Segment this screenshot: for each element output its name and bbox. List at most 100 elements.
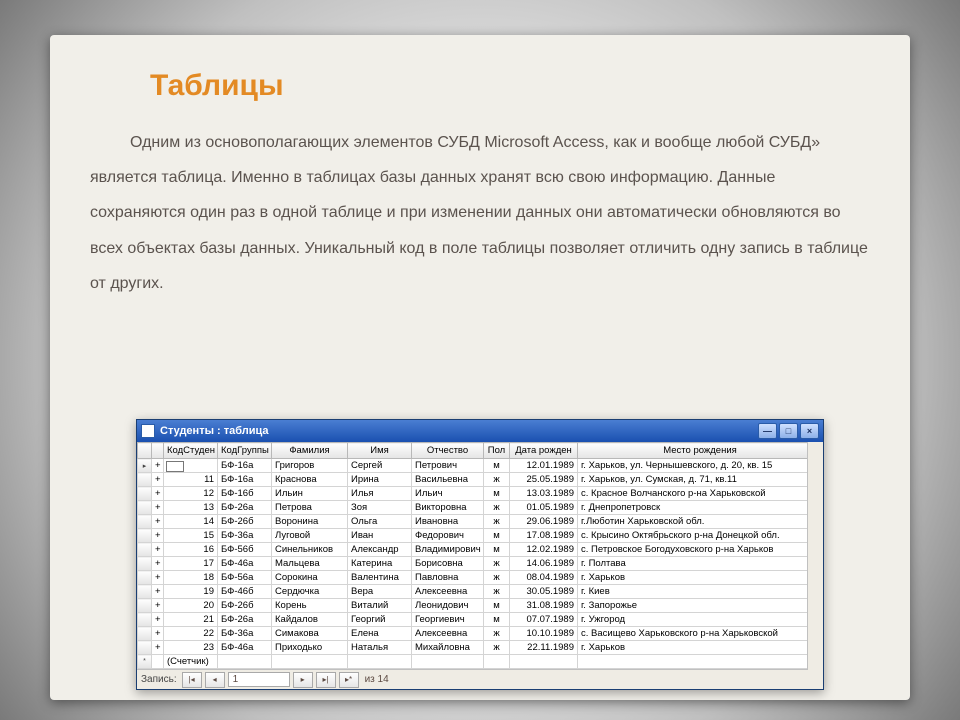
nav-position[interactable]: 1 <box>228 672 290 687</box>
table-row[interactable]: +18БФ-56аСорокинаВалентинаПавловнаж08.04… <box>138 571 823 585</box>
cell-date[interactable]: 08.04.1989 <box>510 571 578 585</box>
cell-group[interactable]: БФ-26а <box>218 613 272 627</box>
cell-place[interactable]: с. Петровское Богодуховского р-на Харько… <box>578 543 823 557</box>
cell-date[interactable]: 30.05.1989 <box>510 585 578 599</box>
cell-id[interactable]: 21 <box>164 613 218 627</box>
table-row[interactable]: +17БФ-46аМальцеваКатеринаБорисовнаж14.06… <box>138 557 823 571</box>
cell-name[interactable]: Катерина <box>348 557 412 571</box>
cell-group[interactable]: БФ-26б <box>218 599 272 613</box>
cell-group[interactable]: БФ-36а <box>218 529 272 543</box>
cell-sex[interactable]: ж <box>484 585 510 599</box>
cell-group[interactable]: БФ-46б <box>218 585 272 599</box>
expand-cell[interactable]: + <box>152 641 164 655</box>
row-selector[interactable] <box>138 473 152 487</box>
expand-cell[interactable] <box>152 655 164 669</box>
cell-id[interactable]: 12 <box>164 487 218 501</box>
cell-place[interactable]: г.Люботин Харьковской обл. <box>578 515 823 529</box>
col-header-0[interactable]: КодСтуден <box>164 443 218 459</box>
expand-cell[interactable]: + <box>152 571 164 585</box>
cell-sex[interactable]: ж <box>484 557 510 571</box>
cell-place[interactable]: г. Запорожье <box>578 599 823 613</box>
cell-date[interactable]: 14.06.1989 <box>510 557 578 571</box>
cell-place[interactable]: г. Харьков, ул. Чернышевского, д. 20, кв… <box>578 459 823 473</box>
expand-cell[interactable]: + <box>152 543 164 557</box>
cell-sex[interactable]: м <box>484 459 510 473</box>
cell-family[interactable]: Ильин <box>272 487 348 501</box>
table-row[interactable]: +22БФ-36аСимаковаЕленаАлексеевнаж10.10.1… <box>138 627 823 641</box>
row-selector[interactable]: * <box>138 655 152 669</box>
expand-cell[interactable]: + <box>152 487 164 501</box>
cell-family[interactable]: Луговой <box>272 529 348 543</box>
cell-family[interactable]: Приходько <box>272 641 348 655</box>
cell-place[interactable]: г. Полтава <box>578 557 823 571</box>
cell-family[interactable]: Краснова <box>272 473 348 487</box>
cell-name[interactable]: Илья <box>348 487 412 501</box>
cell-group[interactable]: БФ-26а <box>218 501 272 515</box>
cell-patronymic[interactable]: Павловна <box>412 571 484 585</box>
close-button[interactable]: × <box>800 423 819 439</box>
row-selector[interactable] <box>138 501 152 515</box>
cell-name[interactable]: Зоя <box>348 501 412 515</box>
row-selector[interactable] <box>138 613 152 627</box>
cell-sex[interactable]: м <box>484 529 510 543</box>
expand-cell[interactable]: + <box>152 599 164 613</box>
cell-name[interactable]: Валентина <box>348 571 412 585</box>
cell-name[interactable]: Виталий <box>348 599 412 613</box>
cell-id[interactable]: 19 <box>164 585 218 599</box>
row-selector[interactable] <box>138 585 152 599</box>
nav-first-button[interactable]: |◂ <box>182 672 202 688</box>
cell-date[interactable]: 22.11.1989 <box>510 641 578 655</box>
data-grid[interactable]: КодСтуденКодГруппыФамилияИмяОтчествоПолД… <box>137 442 823 669</box>
table-row[interactable]: +19БФ-46бСердючкаВераАлексеевнаж30.05.19… <box>138 585 823 599</box>
col-header-4[interactable]: Отчество <box>412 443 484 459</box>
maximize-button[interactable]: □ <box>779 423 798 439</box>
cell-family[interactable]: Мальцева <box>272 557 348 571</box>
expand-cell[interactable]: + <box>152 473 164 487</box>
row-selector[interactable] <box>138 515 152 529</box>
cell-name[interactable]: Александр <box>348 543 412 557</box>
cell-group[interactable]: БФ-56а <box>218 571 272 585</box>
expand-cell[interactable]: + <box>152 515 164 529</box>
cell-sex[interactable]: м <box>484 599 510 613</box>
row-selector[interactable] <box>138 543 152 557</box>
cell-group[interactable]: БФ-16б <box>218 487 272 501</box>
nav-next-button[interactable]: ▸ <box>293 672 313 688</box>
cell-date[interactable]: 12.01.1989 <box>510 459 578 473</box>
cell-family[interactable]: Симакова <box>272 627 348 641</box>
table-row[interactable]: +13БФ-26аПетроваЗояВикторовнаж01.05.1989… <box>138 501 823 515</box>
col-header-2[interactable]: Фамилия <box>272 443 348 459</box>
cell-patronymic[interactable]: Борисовна <box>412 557 484 571</box>
cell-id[interactable]: 14 <box>164 515 218 529</box>
row-selector[interactable] <box>138 641 152 655</box>
cell-patronymic[interactable]: Алексеевна <box>412 585 484 599</box>
cell-place[interactable]: с. Крысино Октябрьского р-на Донецкой об… <box>578 529 823 543</box>
cell-id[interactable]: 16 <box>164 543 218 557</box>
cell-name[interactable]: Ирина <box>348 473 412 487</box>
table-row[interactable]: +21БФ-26аКайдаловГеоргийГеоргиевичм07.07… <box>138 613 823 627</box>
cell-date[interactable]: 01.05.1989 <box>510 501 578 515</box>
cell-date[interactable]: 12.02.1989 <box>510 543 578 557</box>
cell-id[interactable]: 18 <box>164 571 218 585</box>
cell-place[interactable]: г. Харьков <box>578 641 823 655</box>
cell-name[interactable]: Наталья <box>348 641 412 655</box>
cell-patronymic[interactable]: Михайловна <box>412 641 484 655</box>
cell-name[interactable]: Сергей <box>348 459 412 473</box>
cell-patronymic[interactable]: Георгиевич <box>412 613 484 627</box>
expand-cell[interactable]: + <box>152 557 164 571</box>
cell-place[interactable]: г. Днепропетровск <box>578 501 823 515</box>
cell-group[interactable]: БФ-26б <box>218 515 272 529</box>
col-header-5[interactable]: Пол <box>484 443 510 459</box>
cell-family[interactable]: Кайдалов <box>272 613 348 627</box>
cell-id[interactable]: 17 <box>164 557 218 571</box>
row-selector-header[interactable] <box>138 443 152 459</box>
cell-place[interactable]: с. Васищево Харьковского р-на Харьковско… <box>578 627 823 641</box>
cell-name[interactable]: Елена <box>348 627 412 641</box>
cell-id[interactable]: 23 <box>164 641 218 655</box>
cell-sex[interactable]: ж <box>484 515 510 529</box>
table-row[interactable]: +15БФ-36аЛуговойИванФедоровичм17.08.1989… <box>138 529 823 543</box>
cell-group[interactable]: БФ-16а <box>218 459 272 473</box>
cell-date[interactable]: 31.08.1989 <box>510 599 578 613</box>
row-selector[interactable]: ▸ <box>138 459 152 473</box>
cell-sex[interactable]: м <box>484 487 510 501</box>
cell-family[interactable]: Петрова <box>272 501 348 515</box>
